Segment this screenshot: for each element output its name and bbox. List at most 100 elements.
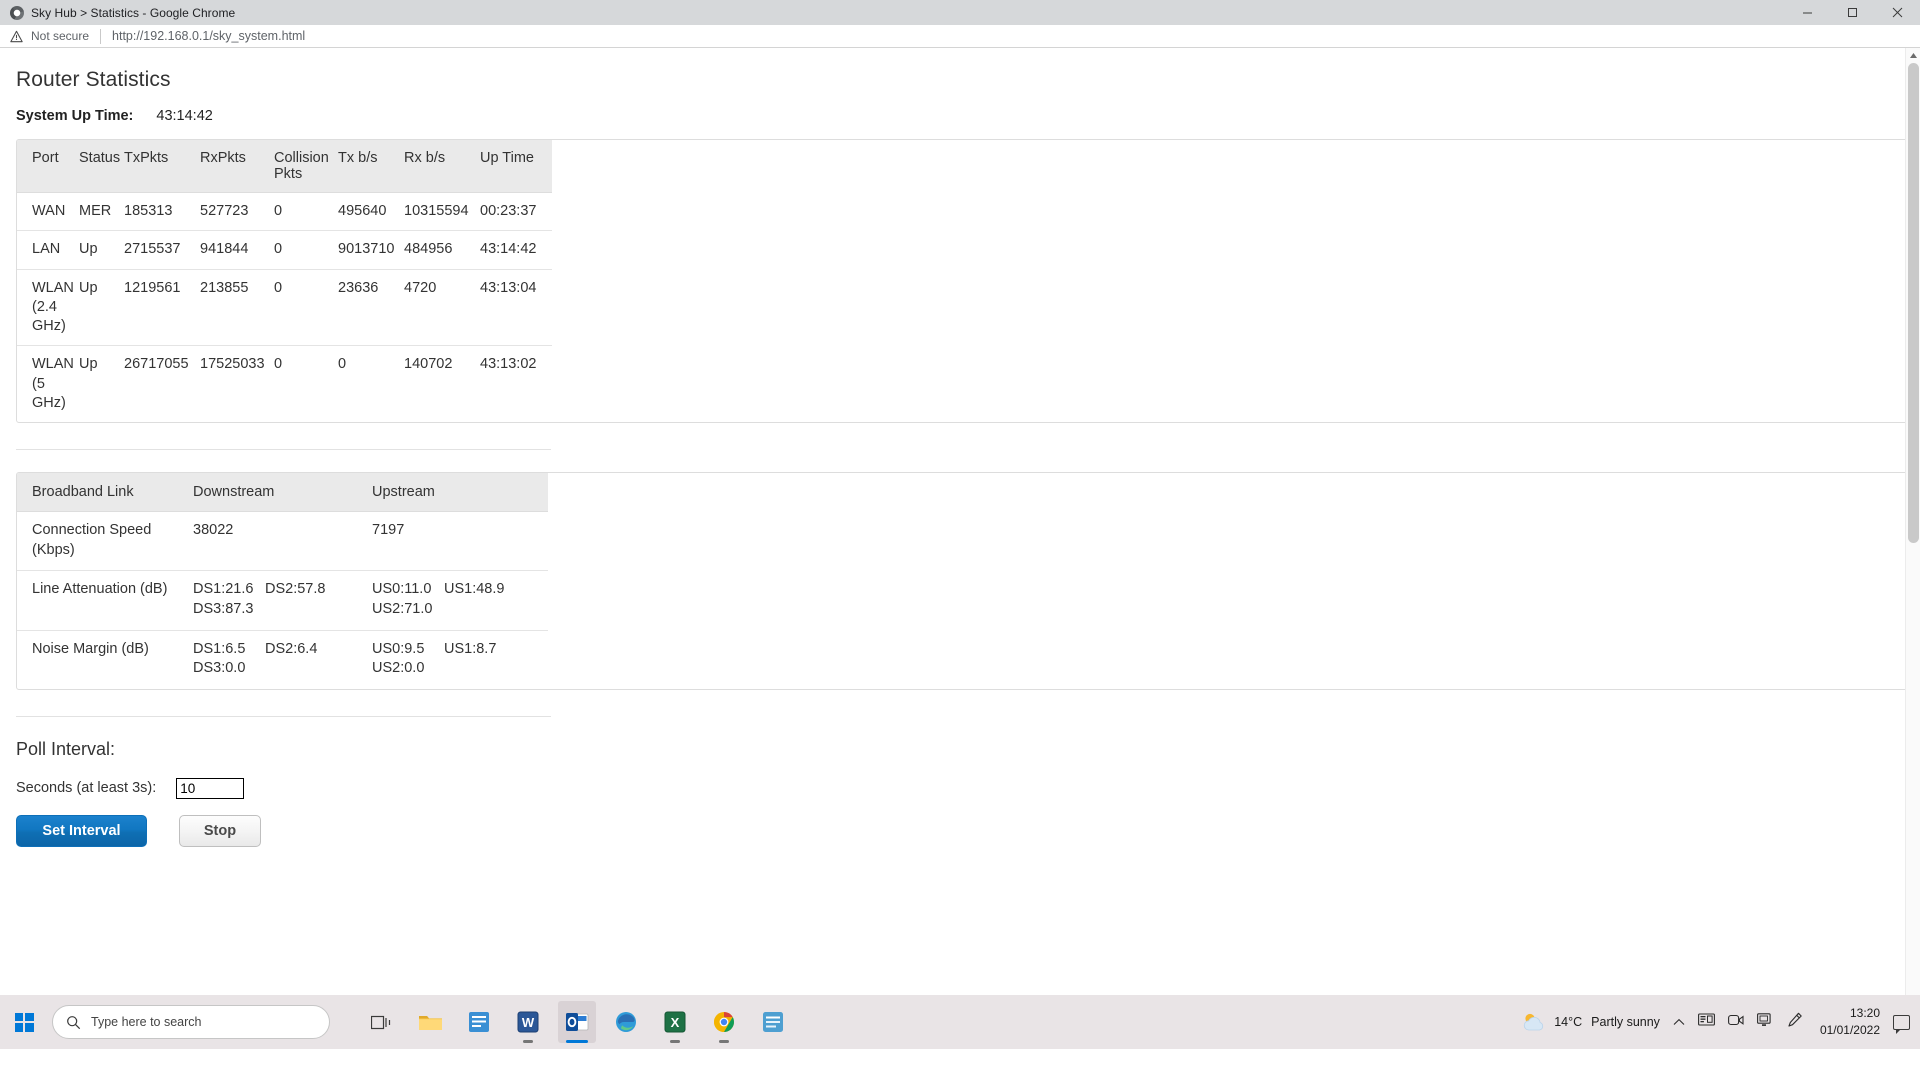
partly-sunny-icon: [1524, 1013, 1544, 1031]
table-row: Noise Margin (dB) DS1:6.5 DS2:6.4 DS3:0.0…: [17, 629, 548, 689]
svg-text:W: W: [522, 1015, 535, 1030]
teams-icon[interactable]: [754, 1001, 792, 1043]
downstream-value-3: DS3:87.3: [193, 600, 254, 617]
notification-icon[interactable]: [1893, 1014, 1910, 1034]
cell-metric-label: Connection Speed (Kbps): [17, 511, 193, 571]
table-row: Line Attenuation (dB) DS1:21.6 DS2:57.8 D…: [17, 570, 548, 630]
system-uptime-value: 43:14:42: [156, 108, 213, 124]
table-row: WLAN (2.4 GHz) Up 1219561 213855 0 23636…: [17, 268, 552, 346]
broadband-link-table-wrapper: Broadband Link Downstream Upstream Conne…: [16, 472, 1920, 690]
sky-globe-icon: [10, 5, 24, 20]
cell-port: WAN: [17, 191, 79, 231]
word-icon[interactable]: W: [509, 1001, 547, 1043]
search-input[interactable]: Type here to search: [52, 1005, 330, 1039]
port-statistics-table: Port Status TxPkts RxPkts Collision Pkts…: [17, 140, 552, 423]
upstream-value-1: US0:11.0: [372, 581, 432, 598]
downstream-value-1: DS1:6.5: [193, 640, 246, 657]
upstream-value-3: US2:0.0: [372, 660, 425, 677]
outlook-icon[interactable]: [558, 1001, 596, 1043]
downstream-value-1: 38022: [193, 522, 234, 539]
cell-up-time: 43:13:04: [480, 268, 552, 346]
cell-rx-bps: 4720: [404, 268, 480, 346]
clock-time: 13:20: [1849, 1006, 1880, 1021]
cell-upstream: US0:11.0 US1:48.9 US2:71.0: [372, 570, 548, 630]
browser-tab[interactable]: Sky Hub > Statistics - Google Chrome: [0, 0, 235, 25]
cell-status: MER: [79, 191, 124, 231]
camera-tray-icon[interactable]: [1727, 1013, 1744, 1032]
browser-address-bar[interactable]: Not secure http://192.168.0.1/sky_system…: [0, 25, 1920, 48]
scroll-up-icon[interactable]: [1906, 48, 1920, 63]
upstream-value-2: US1:8.7: [444, 640, 497, 657]
temperature-label: 14°C: [1554, 1015, 1583, 1029]
cell-tx-bps: 495640: [338, 191, 404, 231]
search-icon: [67, 1015, 81, 1029]
cell-collision: 0: [274, 230, 338, 270]
cell-rxpkts: 941844: [200, 230, 274, 270]
sticky-notes-icon[interactable]: [460, 1001, 498, 1043]
cell-status: Up: [79, 345, 124, 423]
table-row: WLAN (5 GHz) Up 26717055 17525033 0 0 14…: [17, 345, 552, 423]
stop-button[interactable]: Stop: [179, 814, 261, 847]
windows-start-icon[interactable]: [0, 995, 48, 1049]
file-explorer-icon[interactable]: [411, 1001, 449, 1043]
chevron-up-icon[interactable]: [1673, 1013, 1685, 1031]
weather-widget[interactable]: 14°C Partly sunny: [1521, 1011, 1660, 1033]
upstream-value-2: US1:48.9: [444, 581, 505, 598]
column-header-collision: Collision Pkts: [274, 140, 338, 193]
task-view-icon[interactable]: [362, 1001, 400, 1043]
page-scrollbar[interactable]: [1905, 48, 1920, 1049]
url-text[interactable]: http://192.168.0.1/sky_system.html: [112, 29, 305, 43]
chrome-icon[interactable]: [705, 1001, 743, 1043]
omnibox-divider: [100, 28, 102, 44]
set-interval-button[interactable]: Set Interval: [16, 814, 147, 847]
weather-condition-label: Partly sunny: [1591, 1015, 1660, 1029]
cell-metric-label: Line Attenuation (dB): [17, 570, 193, 630]
cell-tx-bps: 0: [338, 345, 404, 423]
section-divider: [16, 449, 551, 451]
cell-up-time: 43:13:02: [480, 345, 552, 423]
not-secure-warning-icon: [10, 30, 23, 42]
taskbar-app-buttons: W X: [362, 1001, 792, 1043]
port-statistics-table-wrapper: Port Status TxPkts RxPkts Collision Pkts…: [16, 139, 1920, 424]
system-tray: 14°C Partly sunny 13:20 01/01/2022: [1521, 995, 1920, 1049]
seconds-input[interactable]: [176, 777, 245, 799]
display-tray-icon[interactable]: [1756, 1012, 1774, 1032]
browser-tab-title: Sky Hub > Statistics - Google Chrome: [31, 5, 236, 20]
cell-tx-bps: 23636: [338, 268, 404, 346]
excel-icon[interactable]: X: [656, 1001, 694, 1043]
minimize-icon[interactable]: [1785, 0, 1830, 25]
cell-rx-bps: 484956: [404, 230, 480, 270]
windows-taskbar: Type here to search W X 14°C Partly sunn…: [0, 995, 1920, 1049]
maximize-icon[interactable]: [1830, 0, 1875, 25]
close-icon[interactable]: [1875, 0, 1920, 25]
cell-collision: 0: [274, 191, 338, 231]
network-tray-icon[interactable]: [1697, 1012, 1715, 1032]
edge-icon[interactable]: [607, 1001, 645, 1043]
cell-rx-bps: 10315594: [404, 191, 480, 231]
upstream-value-1: US0:9.5: [372, 640, 425, 657]
browser-title-bar: Sky Hub > Statistics - Google Chrome: [0, 0, 1920, 25]
cell-metric-label: Noise Margin (dB): [17, 629, 193, 689]
column-header-broadband-link: Broadband Link: [17, 473, 193, 512]
search-placeholder-text: Type here to search: [91, 1015, 202, 1029]
cell-upstream: US0:9.5 US1:8.7 US2:0.0: [372, 629, 548, 689]
section-divider: [16, 715, 551, 717]
system-uptime-label: System Up Time:: [16, 108, 134, 124]
cell-txpkts: 26717055: [124, 345, 200, 423]
cell-upstream: 7197: [372, 511, 548, 571]
poll-interval-buttons: Set Interval Stop: [16, 814, 1920, 847]
cell-rx-bps: 140702: [404, 345, 480, 423]
upstream-value-3: US2:71.0: [372, 600, 433, 617]
window-controls: [1785, 0, 1920, 25]
downstream-value-1: DS1:21.6: [193, 581, 254, 598]
cell-up-time: 00:23:37: [480, 191, 552, 231]
taskbar-clock[interactable]: 13:20 01/01/2022: [1820, 1005, 1880, 1038]
seconds-label: Seconds (at least 3s):: [16, 780, 157, 797]
pen-tray-icon[interactable]: [1787, 1012, 1803, 1033]
column-header-status: Status: [79, 140, 124, 193]
scrollbar-thumb[interactable]: [1908, 63, 1919, 543]
column-header-port: Port: [17, 140, 79, 193]
table-row: Connection Speed (Kbps) 38022 7197: [17, 511, 548, 571]
table-row: WAN MER 185313 527723 0 495640 10315594 …: [17, 191, 552, 231]
security-status-label: Not secure: [31, 29, 90, 43]
